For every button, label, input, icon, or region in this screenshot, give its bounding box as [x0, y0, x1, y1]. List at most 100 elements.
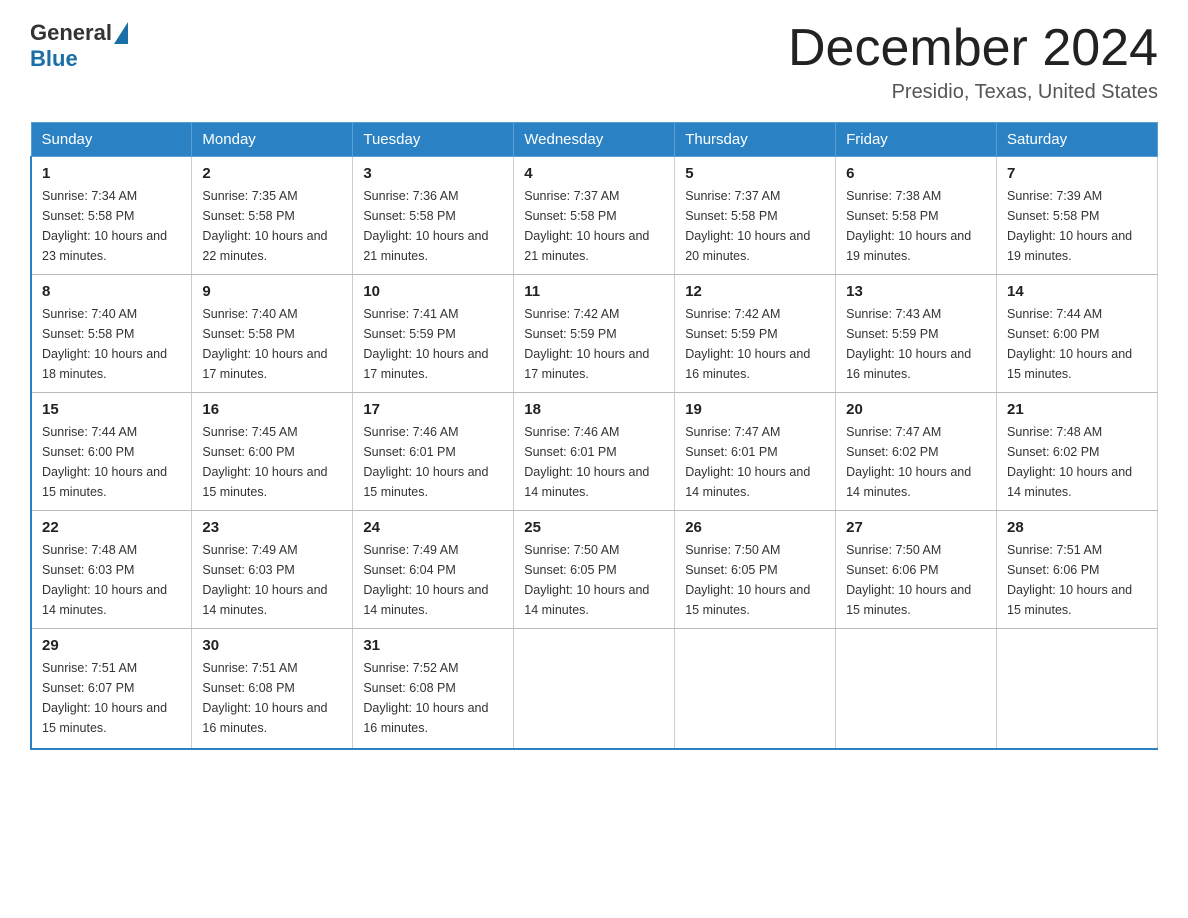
calendar-day-cell: 23 Sunrise: 7:49 AMSunset: 6:03 PMDaylig…: [192, 511, 353, 629]
day-number: 8: [42, 283, 181, 300]
day-info: Sunrise: 7:48 AMSunset: 6:02 PMDaylight:…: [1007, 425, 1132, 499]
day-number: 17: [363, 401, 503, 418]
day-number: 16: [202, 401, 342, 418]
day-info: Sunrise: 7:51 AMSunset: 6:08 PMDaylight:…: [202, 661, 327, 735]
day-info: Sunrise: 7:38 AMSunset: 5:58 PMDaylight:…: [846, 189, 971, 263]
logo: General Blue: [30, 20, 130, 72]
day-number: 2: [202, 165, 342, 182]
day-info: Sunrise: 7:37 AMSunset: 5:58 PMDaylight:…: [685, 189, 810, 263]
day-info: Sunrise: 7:40 AMSunset: 5:58 PMDaylight:…: [202, 307, 327, 381]
day-number: 5: [685, 165, 825, 182]
calendar-day-cell: 8 Sunrise: 7:40 AMSunset: 5:58 PMDayligh…: [31, 275, 192, 393]
calendar-day-cell: 3 Sunrise: 7:36 AMSunset: 5:58 PMDayligh…: [353, 157, 514, 275]
calendar-day-cell: 11 Sunrise: 7:42 AMSunset: 5:59 PMDaylig…: [514, 275, 675, 393]
day-info: Sunrise: 7:50 AMSunset: 6:05 PMDaylight:…: [524, 543, 649, 617]
title-block: December 2024 Presidio, Texas, United St…: [788, 20, 1158, 104]
calendar-day-cell: 7 Sunrise: 7:39 AMSunset: 5:58 PMDayligh…: [997, 157, 1158, 275]
day-info: Sunrise: 7:43 AMSunset: 5:59 PMDaylight:…: [846, 307, 971, 381]
calendar-week-row: 1 Sunrise: 7:34 AMSunset: 5:58 PMDayligh…: [31, 157, 1158, 275]
day-number: 3: [363, 165, 503, 182]
day-info: Sunrise: 7:50 AMSunset: 6:05 PMDaylight:…: [685, 543, 810, 617]
day-number: 31: [363, 637, 503, 654]
calendar-day-cell: 4 Sunrise: 7:37 AMSunset: 5:58 PMDayligh…: [514, 157, 675, 275]
calendar-day-cell: 1 Sunrise: 7:34 AMSunset: 5:58 PMDayligh…: [31, 157, 192, 275]
weekday-header-row: SundayMondayTuesdayWednesdayThursdayFrid…: [31, 123, 1158, 157]
calendar-day-cell: 18 Sunrise: 7:46 AMSunset: 6:01 PMDaylig…: [514, 393, 675, 511]
calendar-week-row: 29 Sunrise: 7:51 AMSunset: 6:07 PMDaylig…: [31, 629, 1158, 749]
day-info: Sunrise: 7:39 AMSunset: 5:58 PMDaylight:…: [1007, 189, 1132, 263]
day-number: 26: [685, 519, 825, 536]
day-number: 10: [363, 283, 503, 300]
day-number: 22: [42, 519, 181, 536]
day-info: Sunrise: 7:36 AMSunset: 5:58 PMDaylight:…: [363, 189, 488, 263]
calendar-day-cell: 20 Sunrise: 7:47 AMSunset: 6:02 PMDaylig…: [836, 393, 997, 511]
calendar-day-cell: [675, 629, 836, 749]
calendar-day-cell: 27 Sunrise: 7:50 AMSunset: 6:06 PMDaylig…: [836, 511, 997, 629]
calendar-day-cell: 16 Sunrise: 7:45 AMSunset: 6:00 PMDaylig…: [192, 393, 353, 511]
month-title: December 2024: [788, 20, 1158, 77]
calendar-day-cell: 14 Sunrise: 7:44 AMSunset: 6:00 PMDaylig…: [997, 275, 1158, 393]
day-info: Sunrise: 7:49 AMSunset: 6:03 PMDaylight:…: [202, 543, 327, 617]
calendar-day-cell: 31 Sunrise: 7:52 AMSunset: 6:08 PMDaylig…: [353, 629, 514, 749]
day-info: Sunrise: 7:51 AMSunset: 6:06 PMDaylight:…: [1007, 543, 1132, 617]
calendar-day-cell: 9 Sunrise: 7:40 AMSunset: 5:58 PMDayligh…: [192, 275, 353, 393]
day-number: 29: [42, 637, 181, 654]
day-info: Sunrise: 7:42 AMSunset: 5:59 PMDaylight:…: [685, 307, 810, 381]
calendar-day-cell: [997, 629, 1158, 749]
calendar-day-cell: 2 Sunrise: 7:35 AMSunset: 5:58 PMDayligh…: [192, 157, 353, 275]
day-info: Sunrise: 7:35 AMSunset: 5:58 PMDaylight:…: [202, 189, 327, 263]
day-number: 6: [846, 165, 986, 182]
day-number: 14: [1007, 283, 1147, 300]
day-number: 19: [685, 401, 825, 418]
day-number: 18: [524, 401, 664, 418]
calendar-day-cell: 28 Sunrise: 7:51 AMSunset: 6:06 PMDaylig…: [997, 511, 1158, 629]
calendar-day-cell: 12 Sunrise: 7:42 AMSunset: 5:59 PMDaylig…: [675, 275, 836, 393]
calendar-day-cell: 24 Sunrise: 7:49 AMSunset: 6:04 PMDaylig…: [353, 511, 514, 629]
day-number: 1: [42, 165, 181, 182]
calendar-day-cell: 15 Sunrise: 7:44 AMSunset: 6:00 PMDaylig…: [31, 393, 192, 511]
day-number: 13: [846, 283, 986, 300]
calendar-week-row: 8 Sunrise: 7:40 AMSunset: 5:58 PMDayligh…: [31, 275, 1158, 393]
day-number: 25: [524, 519, 664, 536]
calendar-day-cell: 13 Sunrise: 7:43 AMSunset: 5:59 PMDaylig…: [836, 275, 997, 393]
weekday-header-monday: Monday: [192, 123, 353, 157]
location-text: Presidio, Texas, United States: [788, 81, 1158, 104]
day-number: 15: [42, 401, 181, 418]
weekday-header-friday: Friday: [836, 123, 997, 157]
calendar-day-cell: 29 Sunrise: 7:51 AMSunset: 6:07 PMDaylig…: [31, 629, 192, 749]
day-info: Sunrise: 7:52 AMSunset: 6:08 PMDaylight:…: [363, 661, 488, 735]
day-number: 21: [1007, 401, 1147, 418]
day-number: 4: [524, 165, 664, 182]
calendar-week-row: 22 Sunrise: 7:48 AMSunset: 6:03 PMDaylig…: [31, 511, 1158, 629]
calendar-day-cell: 19 Sunrise: 7:47 AMSunset: 6:01 PMDaylig…: [675, 393, 836, 511]
day-number: 28: [1007, 519, 1147, 536]
calendar-day-cell: 21 Sunrise: 7:48 AMSunset: 6:02 PMDaylig…: [997, 393, 1158, 511]
weekday-header-sunday: Sunday: [31, 123, 192, 157]
day-number: 27: [846, 519, 986, 536]
day-number: 23: [202, 519, 342, 536]
logo-triangle-icon: [114, 22, 128, 44]
page-header: General Blue December 2024 Presidio, Tex…: [30, 20, 1158, 104]
day-info: Sunrise: 7:41 AMSunset: 5:59 PMDaylight:…: [363, 307, 488, 381]
day-number: 7: [1007, 165, 1147, 182]
calendar-day-cell: 5 Sunrise: 7:37 AMSunset: 5:58 PMDayligh…: [675, 157, 836, 275]
calendar-day-cell: 10 Sunrise: 7:41 AMSunset: 5:59 PMDaylig…: [353, 275, 514, 393]
day-info: Sunrise: 7:49 AMSunset: 6:04 PMDaylight:…: [363, 543, 488, 617]
day-info: Sunrise: 7:40 AMSunset: 5:58 PMDaylight:…: [42, 307, 167, 381]
calendar-day-cell: 22 Sunrise: 7:48 AMSunset: 6:03 PMDaylig…: [31, 511, 192, 629]
day-number: 24: [363, 519, 503, 536]
calendar-day-cell: 25 Sunrise: 7:50 AMSunset: 6:05 PMDaylig…: [514, 511, 675, 629]
day-info: Sunrise: 7:42 AMSunset: 5:59 PMDaylight:…: [524, 307, 649, 381]
weekday-header-wednesday: Wednesday: [514, 123, 675, 157]
calendar-day-cell: [836, 629, 997, 749]
calendar-day-cell: 26 Sunrise: 7:50 AMSunset: 6:05 PMDaylig…: [675, 511, 836, 629]
day-info: Sunrise: 7:44 AMSunset: 6:00 PMDaylight:…: [1007, 307, 1132, 381]
calendar-day-cell: 6 Sunrise: 7:38 AMSunset: 5:58 PMDayligh…: [836, 157, 997, 275]
day-info: Sunrise: 7:37 AMSunset: 5:58 PMDaylight:…: [524, 189, 649, 263]
calendar-table: SundayMondayTuesdayWednesdayThursdayFrid…: [30, 122, 1158, 750]
day-info: Sunrise: 7:50 AMSunset: 6:06 PMDaylight:…: [846, 543, 971, 617]
day-info: Sunrise: 7:46 AMSunset: 6:01 PMDaylight:…: [524, 425, 649, 499]
logo-text-general: General: [30, 20, 112, 46]
day-number: 30: [202, 637, 342, 654]
day-number: 20: [846, 401, 986, 418]
